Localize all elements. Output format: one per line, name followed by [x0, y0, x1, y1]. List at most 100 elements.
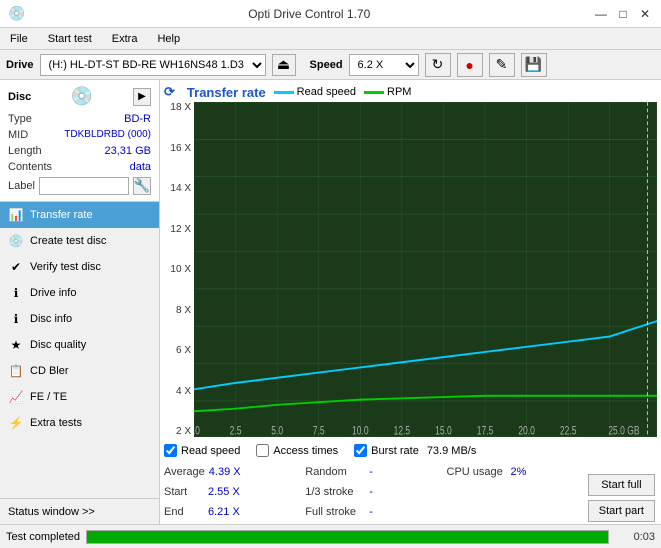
close-button[interactable]: ✕ — [637, 6, 653, 22]
progress-bar — [86, 530, 609, 544]
disc-info-icon: ℹ — [8, 311, 24, 327]
read-speed-checkbox[interactable] — [164, 444, 177, 457]
stats-col-1: Average 4.39 X Start 2.55 X End 6.21 X — [164, 462, 305, 522]
verify-disc-icon: ✔ — [8, 259, 24, 275]
status-window-button[interactable]: Status window >> — [0, 498, 159, 524]
disc-panel-header: Disc 💿 ▶ — [8, 86, 151, 107]
legend-rpm: RPM — [364, 86, 411, 98]
stats-empty-row-2 — [447, 502, 588, 522]
transfer-rate-icon: 📊 — [8, 207, 24, 223]
disc-mid-row: MID TDKBLDRBD (000) — [8, 127, 151, 143]
minimize-button[interactable]: — — [593, 6, 609, 22]
title-controls: — □ ✕ — [593, 6, 653, 22]
stats-random-row: Random - — [305, 462, 446, 482]
svg-text:0.0: 0.0 — [194, 425, 200, 437]
burst-rate-checkbox-label[interactable]: Burst rate — [371, 445, 419, 457]
access-times-checkbox-label[interactable]: Access times — [273, 445, 338, 457]
stats-full-stroke-row: Full stroke - — [305, 502, 446, 522]
time-display: 0:03 — [615, 531, 655, 543]
refresh-button[interactable]: ↻ — [425, 53, 451, 77]
stats-col-2: Random - 1/3 stroke - Full stroke - — [305, 462, 446, 522]
chart-wrapper: 18 X 16 X 14 X 12 X 10 X 8 X 6 X 4 X 2 X — [164, 102, 657, 437]
nav-drive-info[interactable]: ℹ Drive info — [0, 280, 159, 306]
legend-read-speed: Read speed — [274, 86, 356, 98]
stats-col-3: CPU usage 2% — [447, 462, 588, 522]
nav-transfer-rate[interactable]: 📊 Transfer rate — [0, 202, 159, 228]
svg-text:5.0: 5.0 — [271, 425, 283, 437]
cd-bler-icon: 📋 — [8, 363, 24, 379]
stats-empty-row-1 — [447, 482, 588, 502]
write-button[interactable]: ✎ — [489, 53, 515, 77]
menu-extra[interactable]: Extra — [108, 31, 142, 47]
drive-label: Drive — [6, 59, 34, 71]
disc-panel: Disc 💿 ▶ Type BD-R MID TDKBLDRBD (000) L… — [0, 80, 159, 202]
disc-button[interactable]: ● — [457, 53, 483, 77]
nav-fe-te[interactable]: 📈 FE / TE — [0, 384, 159, 410]
drive-select[interactable]: (H:) HL-DT-ST BD-RE WH16NS48 1.D3 — [40, 54, 266, 76]
svg-text:25.0 GB: 25.0 GB — [608, 425, 639, 437]
chart-area: ⟳ Transfer rate Read speed RPM 18 X 16 X… — [160, 80, 661, 441]
disc-panel-title: Disc — [8, 91, 31, 103]
progress-fill — [87, 531, 608, 543]
create-disc-icon: 💿 — [8, 233, 24, 249]
nav-cd-bler[interactable]: 📋 CD Bler — [0, 358, 159, 384]
stats-average-row: Average 4.39 X — [164, 462, 305, 482]
nav-disc-info[interactable]: ℹ Disc info — [0, 306, 159, 332]
chart-title-row: ⟳ Transfer rate Read speed RPM — [164, 84, 657, 100]
svg-text:20.0: 20.0 — [518, 425, 535, 437]
y-axis: 18 X 16 X 14 X 12 X 10 X 8 X 6 X 4 X 2 X — [164, 102, 194, 437]
read-speed-checkbox-label[interactable]: Read speed — [181, 445, 240, 457]
extra-tests-icon: ⚡ — [8, 415, 24, 431]
app-title: Opti Drive Control 1.70 — [248, 7, 370, 21]
app-icon: 💿 — [8, 5, 25, 22]
menu-help[interactable]: Help — [153, 31, 184, 47]
nav-disc-quality[interactable]: ★ Disc quality — [0, 332, 159, 358]
stats-end-row: End 6.21 X — [164, 502, 305, 522]
menu-start-test[interactable]: Start test — [44, 31, 96, 47]
eject-button[interactable]: ⏏ — [272, 54, 296, 76]
nav-extra-tests[interactable]: ⚡ Extra tests — [0, 410, 159, 436]
chart-svg: 0.0 2.5 5.0 7.5 10.0 12.5 15.0 17.5 20.0… — [194, 102, 657, 437]
status-bar: Test completed 0:03 — [0, 524, 661, 548]
start-full-button[interactable]: Start full — [588, 474, 655, 496]
svg-text:2.5: 2.5 — [230, 425, 242, 437]
disc-label-edit-button[interactable]: 🔧 — [133, 177, 151, 195]
chart-svg-container: 0.0 2.5 5.0 7.5 10.0 12.5 15.0 17.5 20.0… — [194, 102, 657, 437]
disc-quality-icon: ★ — [8, 337, 24, 353]
disc-label-row: Label 🔧 — [8, 177, 151, 195]
nav-verify-test-disc[interactable]: ✔ Verify test disc — [0, 254, 159, 280]
svg-text:22.5: 22.5 — [560, 425, 577, 437]
sidebar: Disc 💿 ▶ Type BD-R MID TDKBLDRBD (000) L… — [0, 80, 160, 524]
svg-text:10.0: 10.0 — [352, 425, 369, 437]
stats-cpu-row: CPU usage 2% — [447, 462, 588, 482]
nav-menu: 📊 Transfer rate 💿 Create test disc ✔ Ver… — [0, 202, 159, 498]
checkbox-row: Read speed Access times Burst rate 73.9 … — [160, 441, 661, 460]
burst-rate-checkbox[interactable] — [354, 444, 367, 457]
title-bar: 💿 Opti Drive Control 1.70 — □ ✕ — [0, 0, 661, 28]
burst-rate-value: 73.9 MB/s — [427, 445, 477, 457]
svg-text:7.5: 7.5 — [313, 425, 325, 437]
drive-info-icon: ℹ — [8, 285, 24, 301]
menu-file[interactable]: File — [6, 31, 32, 47]
fe-te-icon: 📈 — [8, 389, 24, 405]
content-area: ⟳ Transfer rate Read speed RPM 18 X 16 X… — [160, 80, 661, 524]
stats-start-row: Start 2.55 X — [164, 482, 305, 502]
status-text: Test completed — [6, 531, 80, 543]
svg-text:17.5: 17.5 — [477, 425, 494, 437]
burst-rate-checkbox-item: Burst rate 73.9 MB/s — [354, 444, 476, 457]
maximize-button[interactable]: □ — [615, 6, 631, 22]
disc-contents-row: Contents data — [8, 159, 151, 175]
read-speed-checkbox-item: Read speed — [164, 444, 240, 457]
chart-title: Transfer rate — [187, 85, 266, 100]
disc-label-input[interactable] — [39, 177, 129, 195]
speed-select[interactable]: 6.2 X — [349, 54, 419, 76]
drive-bar: Drive (H:) HL-DT-ST BD-RE WH16NS48 1.D3 … — [0, 50, 661, 80]
main-layout: Disc 💿 ▶ Type BD-R MID TDKBLDRBD (000) L… — [0, 80, 661, 524]
disc-type-row: Type BD-R — [8, 111, 151, 127]
access-times-checkbox[interactable] — [256, 444, 269, 457]
nav-create-test-disc[interactable]: 💿 Create test disc — [0, 228, 159, 254]
disc-info-button[interactable]: ▶ — [133, 88, 151, 106]
menu-bar: File Start test Extra Help — [0, 28, 661, 50]
save-button[interactable]: 💾 — [521, 53, 547, 77]
start-part-button[interactable]: Start part — [588, 500, 655, 522]
